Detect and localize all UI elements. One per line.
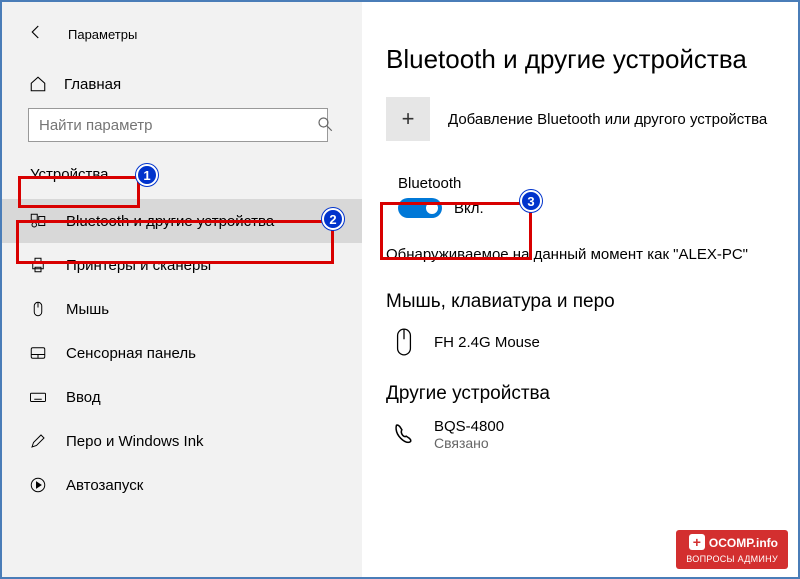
device-row-mouse[interactable]: FH 2.4G Mouse bbox=[386, 325, 774, 359]
watermark: + OCOMP.info ВОПРОСЫ АДМИНУ bbox=[676, 530, 788, 569]
sidebar: Параметры Главная Устройства Bluetooth и… bbox=[2, 2, 362, 577]
sidebar-item-label: Ввод bbox=[66, 389, 101, 406]
autoplay-icon bbox=[28, 475, 48, 495]
devices-icon bbox=[28, 211, 48, 231]
device-name: FH 2.4G Mouse bbox=[434, 334, 540, 351]
printer-icon bbox=[28, 255, 48, 275]
discoverable-text: Обнаруживаемое на данный момент как "ALE… bbox=[386, 246, 774, 263]
settings-window: Параметры Главная Устройства Bluetooth и… bbox=[0, 0, 800, 579]
add-device-label: Добавление Bluetooth или другого устройс… bbox=[448, 111, 767, 128]
page-title: Bluetooth и другие устройства bbox=[386, 44, 774, 75]
add-device-button[interactable]: + Добавление Bluetooth или другого устро… bbox=[386, 97, 774, 141]
search-icon bbox=[316, 115, 334, 138]
nav-list: Bluetooth и другие устройства Принтеры и… bbox=[2, 199, 362, 507]
sidebar-item-touchpad[interactable]: Сенсорная панель bbox=[2, 331, 362, 375]
device-row-phone[interactable]: BQS-4800 Связано bbox=[386, 417, 774, 451]
section-title: Устройства bbox=[20, 158, 118, 191]
plus-icon: + bbox=[689, 534, 705, 550]
sidebar-item-printers[interactable]: Принтеры и сканеры bbox=[2, 243, 362, 287]
back-button[interactable] bbox=[20, 18, 52, 50]
plus-icon: + bbox=[386, 97, 430, 141]
sidebar-item-label: Перо и Windows Ink bbox=[66, 433, 204, 450]
header: Параметры bbox=[2, 14, 362, 66]
main-panel: Bluetooth и другие устройства + Добавлен… bbox=[362, 2, 798, 577]
touchpad-icon bbox=[28, 343, 48, 363]
watermark-subtitle: ВОПРОСЫ АДМИНУ bbox=[686, 554, 778, 564]
bluetooth-label: Bluetooth bbox=[398, 175, 484, 192]
home-link[interactable]: Главная bbox=[2, 66, 362, 108]
sidebar-item-label: Bluetooth и другие устройства bbox=[66, 213, 274, 230]
search-wrap bbox=[28, 108, 344, 142]
sidebar-item-label: Автозапуск bbox=[66, 477, 143, 494]
device-name: BQS-4800 bbox=[434, 418, 504, 435]
device-status: Связано bbox=[434, 435, 504, 451]
sidebar-item-label: Принтеры и сканеры bbox=[66, 257, 211, 274]
search-input[interactable] bbox=[28, 108, 328, 142]
sidebar-item-autoplay[interactable]: Автозапуск bbox=[2, 463, 362, 507]
sidebar-item-bluetooth[interactable]: Bluetooth и другие устройства bbox=[2, 199, 362, 243]
bluetooth-toggle-row: Вкл. bbox=[398, 198, 484, 218]
home-icon bbox=[28, 74, 48, 94]
sidebar-item-pen[interactable]: Перо и Windows Ink bbox=[2, 419, 362, 463]
bluetooth-block: Bluetooth Вкл. bbox=[386, 169, 496, 224]
arrow-left-icon bbox=[27, 23, 45, 46]
mouse-icon bbox=[390, 325, 418, 359]
mouse-icon bbox=[28, 299, 48, 319]
pen-icon bbox=[28, 431, 48, 451]
bluetooth-toggle[interactable] bbox=[398, 198, 442, 218]
watermark-title: OCOMP.info bbox=[709, 536, 778, 550]
sidebar-item-typing[interactable]: Ввод bbox=[2, 375, 362, 419]
toggle-knob bbox=[426, 202, 438, 214]
section-mouse-keyboard: Мышь, клавиатура и перо bbox=[386, 291, 774, 313]
section-other-devices: Другие устройства bbox=[386, 383, 774, 405]
phone-icon bbox=[390, 417, 418, 451]
sidebar-item-label: Сенсорная панель bbox=[66, 345, 196, 362]
app-title: Параметры bbox=[68, 27, 137, 42]
bluetooth-state: Вкл. bbox=[454, 200, 484, 217]
sidebar-item-mouse[interactable]: Мышь bbox=[2, 287, 362, 331]
keyboard-icon bbox=[28, 387, 48, 407]
sidebar-item-label: Мышь bbox=[66, 301, 109, 318]
home-label: Главная bbox=[64, 76, 121, 93]
